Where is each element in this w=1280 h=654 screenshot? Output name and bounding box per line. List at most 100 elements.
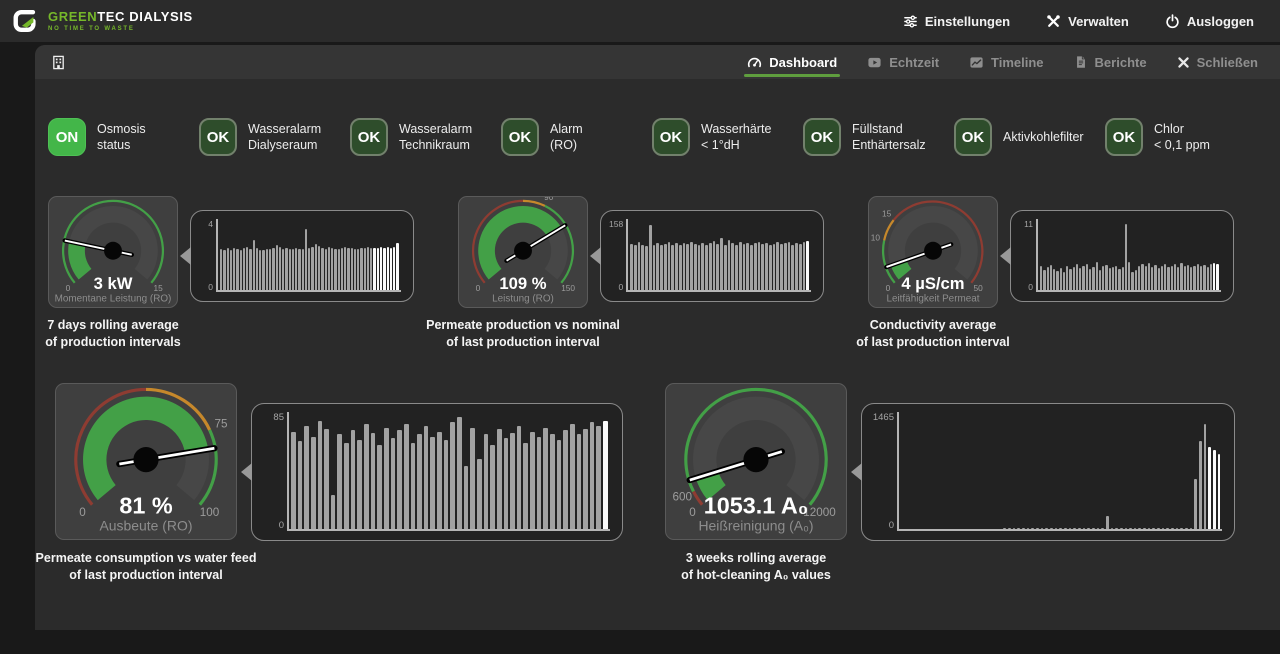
bar [683, 243, 686, 290]
widget-group-leistung-ro: 07590150109 %Leistung (RO)Permeate produ… [458, 196, 824, 308]
bar [1096, 262, 1098, 290]
bar [1078, 528, 1081, 529]
gauge-ausbeute-ro[interactable]: 0507510081 %Ausbeute (RO) [55, 383, 237, 540]
bar [1157, 528, 1160, 529]
gauge-tick-label: 0 [66, 283, 71, 293]
status-badge[interactable]: ON [48, 118, 86, 156]
bar [364, 424, 369, 530]
status-badge[interactable]: OK [954, 118, 992, 156]
gauge-tick-label: 15 [154, 283, 164, 293]
bar [1043, 270, 1045, 290]
status-badge[interactable]: OK [501, 118, 539, 156]
menu-einstellungen[interactable]: Einstellungen [903, 14, 1010, 29]
tab-timeline[interactable]: Timeline [969, 45, 1044, 79]
chart-ausbeute-ro[interactable]: 850 [251, 403, 623, 541]
status-wasseralarm-technikraum: OK Wasseralarm Technikraum [350, 118, 501, 156]
bar [1135, 270, 1137, 290]
bar [705, 245, 708, 290]
y-min-label: 0 [618, 282, 623, 292]
bar [690, 242, 693, 290]
gauge-momentane-leistung-ro[interactable]: 0153 kWMomentane Leistung (RO) [48, 196, 178, 308]
bar [1076, 264, 1078, 290]
status-badge[interactable]: OK [199, 118, 237, 156]
bar [716, 244, 719, 290]
tab-label: Berichte [1095, 55, 1147, 70]
bar-plot [626, 219, 811, 292]
tab-dashboard[interactable]: Dashboard [747, 45, 837, 79]
bar [1174, 264, 1176, 290]
bar [1148, 528, 1151, 529]
status-label: Chlor < 0,1 ppm [1154, 121, 1210, 154]
building-icon[interactable] [51, 55, 66, 70]
bar [645, 246, 648, 290]
gauge-tick-label: 0 [886, 283, 891, 293]
bar [1161, 266, 1163, 290]
bar [1125, 528, 1128, 529]
status-label: Wasseralarm Dialyseraum [248, 121, 321, 154]
menu-verwalten[interactable]: Verwalten [1046, 14, 1129, 29]
bar [1171, 266, 1173, 290]
bar [331, 248, 333, 290]
status-badge[interactable]: OK [1105, 118, 1143, 156]
gauge-icon [747, 55, 762, 70]
bar [675, 243, 678, 290]
bar [1059, 528, 1062, 529]
bar [660, 245, 663, 290]
bar [337, 434, 342, 529]
bar [1047, 267, 1049, 290]
bar [236, 249, 238, 290]
bar [396, 243, 398, 290]
bar [253, 240, 255, 290]
bar [289, 249, 291, 290]
bar [780, 244, 783, 290]
y-axis-labels: 40 [199, 219, 216, 292]
gauge-leistung-ro[interactable]: 07590150109 %Leistung (RO) [458, 196, 588, 308]
status-label: Wasseralarm Technikraum [399, 121, 472, 154]
bar [1112, 267, 1114, 290]
gauge-hub [104, 242, 122, 260]
bar [1055, 528, 1058, 529]
bar [671, 245, 674, 290]
bar [1167, 267, 1169, 290]
chart-leistung-ro[interactable]: 1580 [600, 210, 824, 302]
bar [1066, 266, 1068, 290]
bar [1204, 424, 1207, 530]
bar-plot [897, 412, 1222, 531]
gauge-panel: 0600120001053.1 A₀Heißreinigung (A₀)3 we… [665, 383, 847, 541]
bar [728, 240, 731, 290]
bar [739, 242, 742, 290]
bar [360, 248, 362, 290]
tab-berichte[interactable]: Berichte [1074, 45, 1147, 79]
gauge-leitfaehigkeit-permeat[interactable]: 01015504 µS/cmLeitfähigkeit Permeat [868, 196, 998, 308]
bar [1171, 528, 1174, 529]
bar [1060, 268, 1062, 290]
gauge-tick-label: 600 [672, 490, 692, 503]
bar [457, 417, 462, 529]
gauge-svg: 0600120001053.1 A₀Heißreinigung (A₀) [666, 384, 846, 539]
menu-ausloggen[interactable]: Ausloggen [1165, 14, 1254, 29]
status-badge[interactable]: OK [350, 118, 388, 156]
chart-heissreinigung-a[interactable]: 14650 [861, 403, 1235, 541]
bar [765, 243, 768, 290]
bar [1027, 528, 1030, 529]
chart-leitfaehigkeit-permeat[interactable]: 110 [1010, 210, 1234, 302]
bar [308, 248, 310, 290]
bar [1102, 266, 1104, 290]
tab-echtzeit[interactable]: Echtzeit [867, 45, 939, 79]
status-badge[interactable]: OK [652, 118, 690, 156]
bar [1148, 263, 1150, 290]
bar [1203, 265, 1205, 290]
bar [1184, 266, 1186, 290]
bar [1031, 528, 1034, 529]
bar [298, 249, 300, 290]
bar [364, 248, 366, 290]
bar [1056, 271, 1058, 290]
chart-momentane-leistung-ro[interactable]: 40 [190, 210, 414, 302]
bar [370, 248, 372, 290]
gauge-heissreinigung-a[interactable]: 0600120001053.1 A₀Heißreinigung (A₀) [665, 383, 847, 540]
status-badge[interactable]: OK [803, 118, 841, 156]
tab-schliessen[interactable]: Schließen [1177, 45, 1258, 79]
bar [437, 432, 442, 529]
gauge-tick-label: 10 [871, 233, 881, 243]
gauge-panel: 07590150109 %Leistung (RO)Permeate produ… [458, 196, 588, 308]
